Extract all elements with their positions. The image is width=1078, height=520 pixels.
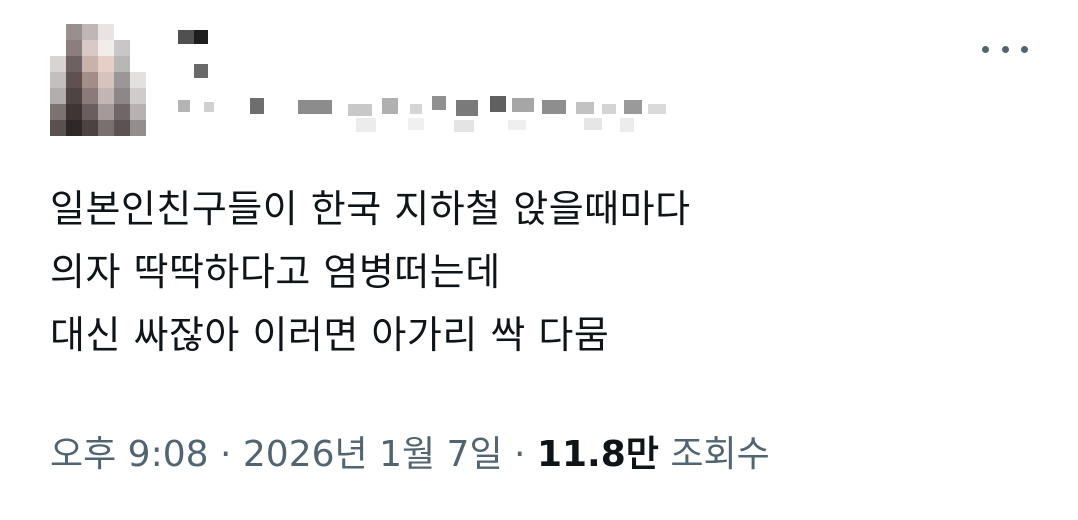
more-options-button[interactable] (982, 34, 1028, 64)
tweet-text-line: 의자 딱딱하다고 염병떠는데 (50, 250, 501, 294)
tweet-time[interactable]: 오후 9:08 (50, 434, 209, 475)
avatar[interactable] (50, 24, 146, 136)
meta-separator: · (514, 434, 526, 475)
tweet-text: 일본인친구들이 한국 지하철 앉을때마다 의자 딱딱하다고 염병떠는데 대신 싸… (50, 178, 1050, 367)
more-horizontal-icon (1021, 45, 1028, 53)
tweet-text-line: 대신 싸잖아 이러면 아가리 싹 다뭄 (50, 313, 610, 357)
more-horizontal-icon (982, 45, 989, 53)
more-horizontal-icon (1001, 45, 1009, 53)
views-label: 조회수 (670, 434, 770, 475)
meta-separator: · (219, 434, 232, 475)
views-count[interactable]: 11.8만 (537, 434, 659, 475)
tweet-meta: 오후 9:08 · 2026년 1월 7일 · 11.8만 조회수 (50, 430, 770, 480)
tweet-text-line: 일본인친구들이 한국 지하철 앉을때마다 (50, 187, 691, 231)
tweet-date[interactable]: 2026년 1월 7일 (243, 434, 503, 475)
tweet-card: 일본인친구들이 한국 지하철 앉을때마다 의자 딱딱하다고 염병떠는데 대신 싸… (0, 0, 1078, 520)
